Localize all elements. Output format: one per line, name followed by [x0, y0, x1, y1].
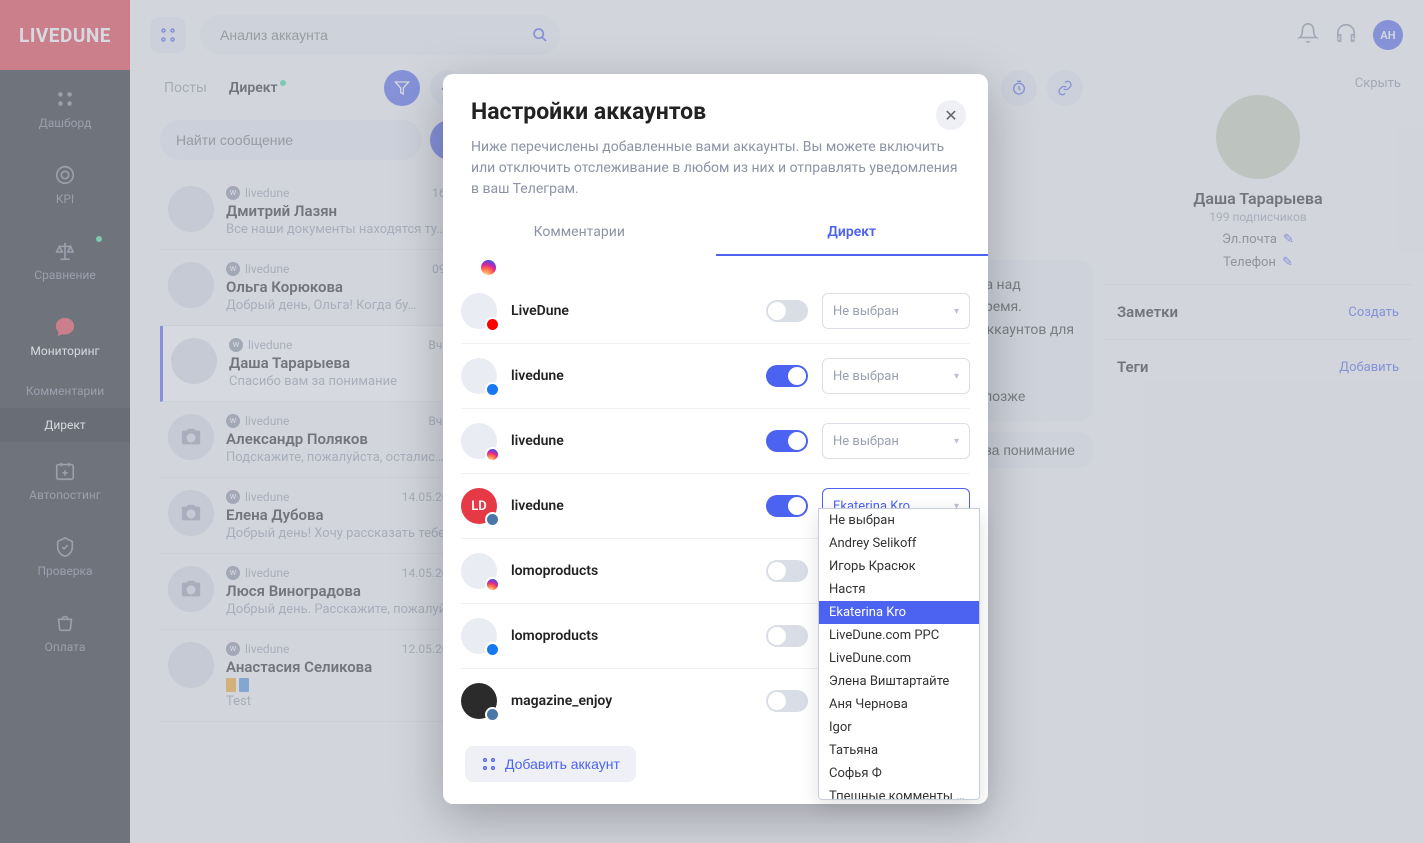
assignee-select[interactable]: Не выбран▾ — [822, 293, 970, 329]
add-account-button[interactable]: Добавить аккаунт — [465, 746, 636, 782]
dropdown-option[interactable]: Игорь Красюк — [819, 555, 979, 578]
modal-tab-direct[interactable]: Директ — [716, 210, 989, 256]
ig-icon — [485, 447, 500, 462]
dropdown-option[interactable]: Софья Ф — [819, 762, 979, 785]
dropdown-option[interactable]: LiveDune.com PPC — [819, 624, 979, 647]
fb-icon — [485, 642, 500, 657]
account-avatar — [461, 618, 497, 654]
account-toggle[interactable] — [766, 430, 808, 452]
account-row: livedune Не выбран▾ — [461, 344, 970, 409]
account-avatar — [461, 553, 497, 589]
account-name: livedune — [511, 498, 752, 514]
account-row: livedune Не выбран▾ — [461, 409, 970, 474]
account-name: livedune — [511, 433, 752, 449]
account-toggle[interactable] — [766, 690, 808, 712]
fb-icon — [485, 382, 500, 397]
modal-description: Ниже перечислены добавленные вами аккаун… — [471, 137, 960, 200]
modal-title: Настройки аккаунтов — [471, 98, 960, 125]
dropdown-option[interactable]: Тпешные комменты Дюна — [819, 785, 979, 800]
assignee-dropdown: Не выбранAndrey SelikoffИгорь КрасюкНаст… — [818, 508, 980, 800]
dropdown-option[interactable]: Не выбран — [819, 509, 979, 532]
account-avatar — [461, 293, 497, 329]
dropdown-option[interactable]: LiveDune.com — [819, 647, 979, 670]
close-icon[interactable]: ✕ — [936, 100, 966, 130]
chevron-down-icon: ▾ — [954, 436, 959, 447]
account-row: LiveDune Не выбран▾ — [461, 279, 970, 344]
chevron-down-icon: ▾ — [954, 306, 959, 317]
account-toggle[interactable] — [766, 560, 808, 582]
account-avatar: LD — [461, 488, 497, 524]
dropdown-option[interactable]: Настя — [819, 578, 979, 601]
account-avatar — [461, 423, 497, 459]
account-name: magazine_enjoy — [511, 693, 752, 709]
account-name: LiveDune — [511, 303, 752, 319]
dropdown-option[interactable]: Элена Виштартайте — [819, 670, 979, 693]
account-toggle[interactable] — [766, 300, 808, 322]
dropdown-option[interactable]: Аня Чернова — [819, 693, 979, 716]
vk-icon — [485, 512, 500, 527]
account-toggle[interactable] — [766, 625, 808, 647]
account-toggle[interactable] — [766, 495, 808, 517]
vk-icon — [485, 707, 500, 722]
account-avatar — [461, 683, 497, 719]
dropdown-option[interactable]: Татьяна — [819, 739, 979, 762]
account-name: lomoproducts — [511, 628, 752, 644]
account-toggle[interactable] — [766, 365, 808, 387]
account-avatar — [461, 358, 497, 394]
ig-icon — [485, 577, 500, 592]
dropdown-option[interactable]: Igor — [819, 716, 979, 739]
account-name: livedune — [511, 368, 752, 384]
chevron-down-icon: ▾ — [954, 371, 959, 382]
dropdown-option[interactable]: Ekaterina Kro — [819, 601, 979, 624]
account-name: lomoproducts — [511, 563, 752, 579]
modal-tab-comments[interactable]: Комментарии — [443, 210, 716, 256]
yt-icon — [485, 317, 500, 332]
dropdown-option[interactable]: Andrey Selikoff — [819, 532, 979, 555]
assignee-select[interactable]: Не выбран▾ — [822, 423, 970, 459]
assignee-select[interactable]: Не выбран▾ — [822, 358, 970, 394]
